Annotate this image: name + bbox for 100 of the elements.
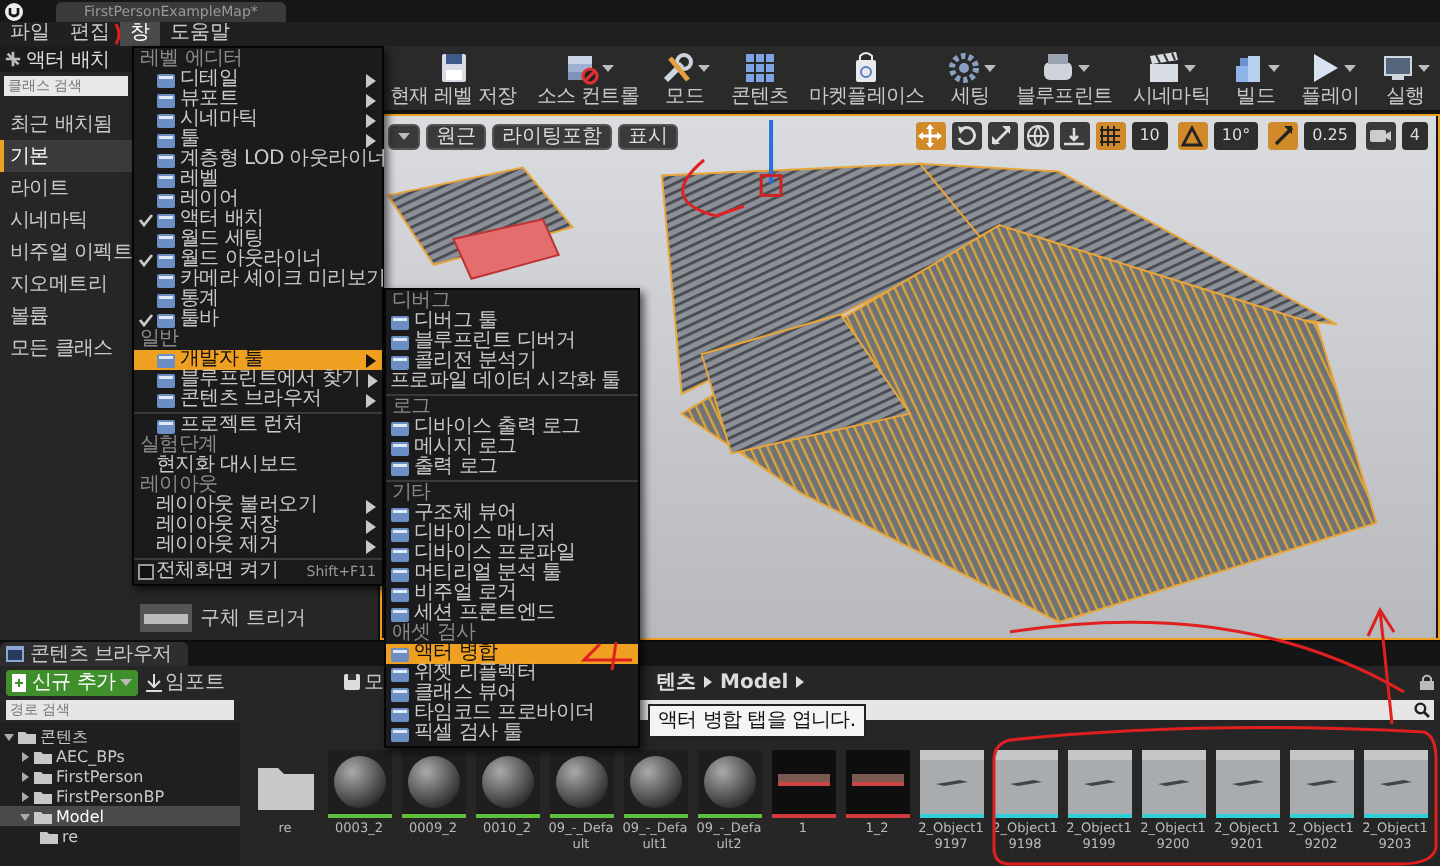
toolbar-button[interactable]: 소스 컨트롤 xyxy=(533,46,643,110)
menu-item[interactable]: 블루프린트 디버거 xyxy=(386,332,638,352)
add-new-button[interactable]: 신규 추가 xyxy=(6,669,138,695)
menu-bar-item[interactable]: 편집 xyxy=(60,22,120,46)
menu-bar-item[interactable]: 창 xyxy=(120,22,160,46)
toolbar-button[interactable]: 빌드 xyxy=(1226,46,1285,110)
menu-item[interactable]: 프로젝트 런처 xyxy=(134,416,382,436)
menu-item[interactable]: 세션 프론트엔드 xyxy=(386,604,638,624)
menu-item[interactable]: 현지화 대시보드 xyxy=(134,456,382,476)
menu-item[interactable]: 디바이스 매니저 xyxy=(386,524,638,544)
snap-toggle-button[interactable] xyxy=(1268,122,1299,150)
menu-item[interactable]: 레벨 xyxy=(134,170,382,190)
save-all-button[interactable]: 모 xyxy=(233,669,384,695)
snap-toggle-button[interactable] xyxy=(1095,122,1126,150)
menu-section-header: 애셋 검사 xyxy=(390,624,476,644)
menu-item[interactable]: 계층형 LOD 아웃라이너 xyxy=(134,150,382,170)
snap-value-dropdown[interactable]: 10 xyxy=(1131,122,1168,150)
category-tab[interactable]: 최근 배치됨 xyxy=(0,108,132,140)
menu-item[interactable]: 통계 xyxy=(134,290,382,310)
menu-item[interactable]: 레이아웃 저장 xyxy=(134,516,382,536)
place-item[interactable]: 구체 트리거 xyxy=(140,600,378,636)
menu-item[interactable]: 레이어 xyxy=(134,190,382,210)
snap-value-dropdown[interactable]: 0.25 xyxy=(1304,122,1356,150)
menu-bar-item[interactable]: 도움말 xyxy=(160,22,240,46)
viewport-button[interactable]: 원근 xyxy=(426,123,486,149)
menu-item[interactable]: 월드 세팅 xyxy=(134,230,382,250)
snap-value-dropdown[interactable]: 10° xyxy=(1213,122,1259,150)
menu-item[interactable]: 비주얼 로거 xyxy=(386,584,638,604)
surface-snap-button[interactable] xyxy=(1059,122,1090,150)
menu-item[interactable]: 타임코드 프로바이더 xyxy=(386,704,638,724)
mesh-thumbnail xyxy=(919,750,983,814)
toolbar-button[interactable]: 모드 xyxy=(655,46,714,110)
menu-item[interactable]: 위젯 리플렉터 xyxy=(386,664,638,684)
tree-item[interactable]: AEC_BPs xyxy=(0,746,240,766)
tree-item[interactable]: Model xyxy=(0,806,240,826)
camera-speed-button[interactable] xyxy=(1365,122,1396,150)
toolbar-button[interactable]: 현재 레벨 저장 xyxy=(386,46,521,110)
category-tab[interactable]: 시네마틱 xyxy=(0,204,132,236)
menu-item[interactable]: 툴 xyxy=(134,130,382,150)
category-tab[interactable]: 라이트 xyxy=(0,172,132,204)
snap-toggle-button[interactable] xyxy=(1177,122,1208,150)
toolbar-button[interactable]: 마켓플레이스 xyxy=(805,46,929,110)
menu-item[interactable]: 디바이스 프로파일 xyxy=(386,544,638,564)
viewport-button[interactable]: 라이팅포함 xyxy=(492,123,612,149)
toolbar-button[interactable]: 콘텐츠 xyxy=(726,46,793,110)
menu-item[interactable]: 프로파일 데이터 시각화 툴 xyxy=(386,372,638,392)
checkbox[interactable] xyxy=(138,564,154,580)
content-browser-tab[interactable]: 콘텐츠 브라우저 xyxy=(0,642,188,666)
toolbar-button[interactable]: 시네마틱 xyxy=(1128,46,1214,110)
category-tab[interactable]: 비주얼 이펙트 xyxy=(0,236,132,268)
tree-item[interactable]: re xyxy=(0,826,240,846)
menu-section-header: 로그 xyxy=(390,398,431,418)
breadcrumb-item[interactable]: Model xyxy=(720,671,789,693)
menu-item[interactable]: 콘텐츠 브라우저 xyxy=(134,390,382,410)
menu-item[interactable]: 시네마틱 xyxy=(134,110,382,130)
category-tab[interactable]: 볼륨 xyxy=(0,300,132,332)
menu-item[interactable]: 구조체 뷰어 xyxy=(386,504,638,524)
viewport-button[interactable]: 표시 xyxy=(618,123,678,149)
viewport-options-button[interactable] xyxy=(388,123,420,149)
category-tab[interactable]: 기본 xyxy=(0,140,132,172)
menu-item[interactable]: 클래스 뷰어 xyxy=(386,684,638,704)
actor-place-icon xyxy=(4,50,22,68)
menu-item[interactable]: 머티리얼 분석 툴 xyxy=(386,564,638,584)
menu-item[interactable]: 콜리전 분석기 xyxy=(386,352,638,372)
menu-item[interactable]: 뷰포트 xyxy=(134,90,382,110)
menu-item[interactable]: 레이아웃 제거 xyxy=(134,536,382,556)
menu-item[interactable]: 블루프린트에서 찾기 xyxy=(134,370,382,390)
toolbar-button[interactable]: 실행 xyxy=(1375,46,1434,110)
menu-section-header: 실험단계 xyxy=(138,436,220,456)
menu-item[interactable]: 레이아웃 불러오기 xyxy=(134,496,382,516)
category-tab[interactable]: 지오메트리 xyxy=(0,268,132,300)
world-space-button[interactable] xyxy=(1023,122,1054,150)
import-button[interactable]: 임포트 xyxy=(145,669,226,695)
menu-item[interactable]: 툴바 xyxy=(134,310,382,330)
menu-item[interactable]: 월드 아웃라이너 xyxy=(134,250,382,270)
transform-tool-button[interactable] xyxy=(987,122,1018,150)
breadcrumb-item[interactable]: 텐츠 xyxy=(656,668,696,696)
category-tab[interactable]: 모든 클래스 xyxy=(0,332,132,364)
scale-snap-icon xyxy=(1271,124,1296,148)
menu-item[interactable]: 출력 로그 xyxy=(386,458,638,478)
menu-item[interactable]: 액터 병합 xyxy=(386,644,638,664)
toolbar-button[interactable]: 세팅 xyxy=(941,46,1000,110)
tree-item[interactable]: FirstPersonBP xyxy=(0,786,240,806)
tree-item[interactable]: FirstPerson xyxy=(0,766,240,786)
transform-tool-button[interactable] xyxy=(951,122,982,150)
menu-item[interactable]: 메시지 로그 xyxy=(386,438,638,458)
toolbar-button[interactable]: 블루프린트 xyxy=(1012,46,1117,110)
menu-item[interactable]: 액터 배치 xyxy=(134,210,382,230)
tree-item[interactable]: 콘텐츠 xyxy=(0,726,240,746)
gear-icon xyxy=(945,49,982,85)
menu-item[interactable]: 디테일 xyxy=(134,70,382,90)
menu-item[interactable]: 픽셀 검사 툴 xyxy=(386,724,638,744)
menu-item[interactable]: 디바이스 출력 로그 xyxy=(386,418,638,438)
menu-item[interactable]: 디버그 툴 xyxy=(386,312,638,332)
menu-item[interactable]: 개발자 툴 xyxy=(134,350,382,370)
menu-bar-item[interactable]: 파일 xyxy=(0,22,60,46)
toolbar-button[interactable]: 플레이 xyxy=(1297,46,1364,110)
menu-item[interactable]: 카메라 셰이크 미리보기 xyxy=(134,270,382,290)
caret-icon xyxy=(119,676,132,688)
snap-value-dropdown[interactable]: 4 xyxy=(1401,122,1428,150)
